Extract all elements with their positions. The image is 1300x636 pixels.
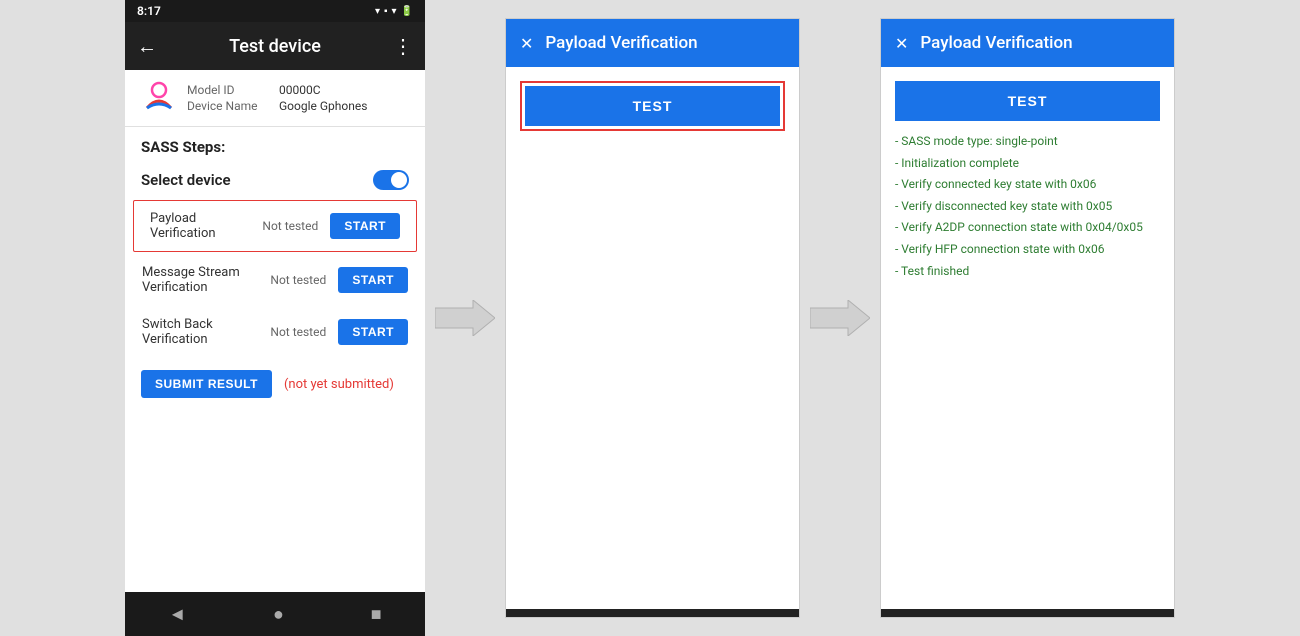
dialog-2-title: Payload Verification <box>920 33 1072 53</box>
dialog-1-close-button[interactable]: ✕ <box>520 34 533 53</box>
dialog-1-test-button-container: TEST <box>520 81 785 131</box>
switch-back-row: Switch Back Verification Not tested STAR… <box>125 306 425 358</box>
select-device-toggle[interactable] <box>373 170 409 190</box>
device-details: Model ID 00000C Device Name Google Gphon… <box>187 83 367 113</box>
message-stream-row: Message Stream Verification Not tested S… <box>125 254 425 306</box>
app-screen: ← Test device ⋮ Model ID 00000C Device N… <box>125 22 425 592</box>
test-rows-section: Payload Verification Not tested START Me… <box>125 198 425 592</box>
dialog-1-header: ✕ Payload Verification <box>506 19 799 67</box>
select-device-row: Select device <box>125 162 425 198</box>
dialog-2-bottom-bar <box>881 609 1174 617</box>
result-line-2: - Initialization complete <box>895 153 1160 175</box>
message-stream-name: Message Stream Verification <box>142 265 262 295</box>
switch-back-status: Not tested <box>270 325 330 339</box>
dialog-2-body: TEST - SASS mode type: single-point - In… <box>881 67 1174 609</box>
dialog-1-bottom-bar <box>506 609 799 617</box>
battery-icon: ▪ <box>384 6 388 17</box>
sass-steps-section: SASS Steps: <box>125 127 425 162</box>
payload-verification-start-button[interactable]: START <box>330 213 400 239</box>
message-stream-start-button[interactable]: START <box>338 267 408 293</box>
dialog-2-header: ✕ Payload Verification <box>881 19 1174 67</box>
dialog-2-results: - SASS mode type: single-point - Initial… <box>895 131 1160 282</box>
model-id-label: Model ID <box>187 83 267 97</box>
device-name-value: Google Gphones <box>279 99 367 113</box>
model-id-value: 00000C <box>279 83 321 97</box>
dialog-1-title: Payload Verification <box>545 33 697 53</box>
dialog-1-test-button[interactable]: TEST <box>525 86 780 126</box>
home-nav-button[interactable]: ● <box>273 604 284 625</box>
payload-verification-status: Not tested <box>262 219 322 233</box>
result-line-6: - Verify HFP connection state with 0x06 <box>895 239 1160 261</box>
recent-nav-button[interactable]: ■ <box>371 604 382 625</box>
dialog-screen-2: ✕ Payload Verification TEST - SASS mode … <box>880 18 1175 618</box>
switch-back-start-button[interactable]: START <box>338 319 408 345</box>
dialog-2-test-button-container: TEST <box>895 81 1160 121</box>
back-nav-button[interactable]: ◄ <box>168 604 186 625</box>
back-button[interactable]: ← <box>137 34 157 59</box>
app-title: Test device <box>229 36 321 57</box>
dialog-2-close-button[interactable]: ✕ <box>895 34 908 53</box>
payload-verification-name: Payload Verification <box>150 211 254 241</box>
result-line-5: - Verify A2DP connection state with 0x04… <box>895 217 1160 239</box>
result-line-7: - Test finished <box>895 261 1160 283</box>
switch-back-name: Switch Back Verification <box>142 317 262 347</box>
status-time: 8:17 <box>137 4 161 18</box>
signal-icon: ▾ <box>375 6 380 17</box>
dialog-1-body: TEST <box>506 67 799 609</box>
wifi-icon: ▾ <box>392 6 397 17</box>
result-line-4: - Verify disconnected key state with 0x0… <box>895 196 1160 218</box>
dialog-screen-1: ✕ Payload Verification TEST <box>505 18 800 618</box>
payload-verification-row: Payload Verification Not tested START <box>133 200 417 252</box>
result-line-1: - SASS mode type: single-point <box>895 131 1160 153</box>
app-bar: ← Test device ⋮ <box>125 22 425 70</box>
status-icons: ▾ ▪ ▾ 🔋 <box>375 6 413 17</box>
device-logo <box>141 80 177 116</box>
arrow-1 <box>425 0 505 636</box>
model-id-row: Model ID 00000C <box>187 83 367 97</box>
phone-screen: 8:17 ▾ ▪ ▾ 🔋 ← Test device ⋮ Mode <box>125 0 425 636</box>
sass-steps-title: SASS Steps: <box>141 138 225 156</box>
arrow-2 <box>800 0 880 636</box>
message-stream-status: Not tested <box>270 273 330 287</box>
device-info-section: Model ID 00000C Device Name Google Gphon… <box>125 70 425 127</box>
bottom-navigation: ◄ ● ■ <box>125 592 425 636</box>
dialog-2-test-button[interactable]: TEST <box>895 81 1160 121</box>
device-name-row: Device Name Google Gphones <box>187 99 367 113</box>
device-name-label: Device Name <box>187 99 267 113</box>
submit-row: SUBMIT RESULT (not yet submitted) <box>125 358 425 410</box>
status-bar: 8:17 ▾ ▪ ▾ 🔋 <box>125 0 425 22</box>
battery-level-icon: 🔋 <box>401 6 413 17</box>
submit-status-text: (not yet submitted) <box>284 377 394 392</box>
menu-button[interactable]: ⋮ <box>393 34 413 58</box>
result-line-3: - Verify connected key state with 0x06 <box>895 174 1160 196</box>
select-device-label: Select device <box>141 171 231 189</box>
submit-result-button[interactable]: SUBMIT RESULT <box>141 370 272 398</box>
